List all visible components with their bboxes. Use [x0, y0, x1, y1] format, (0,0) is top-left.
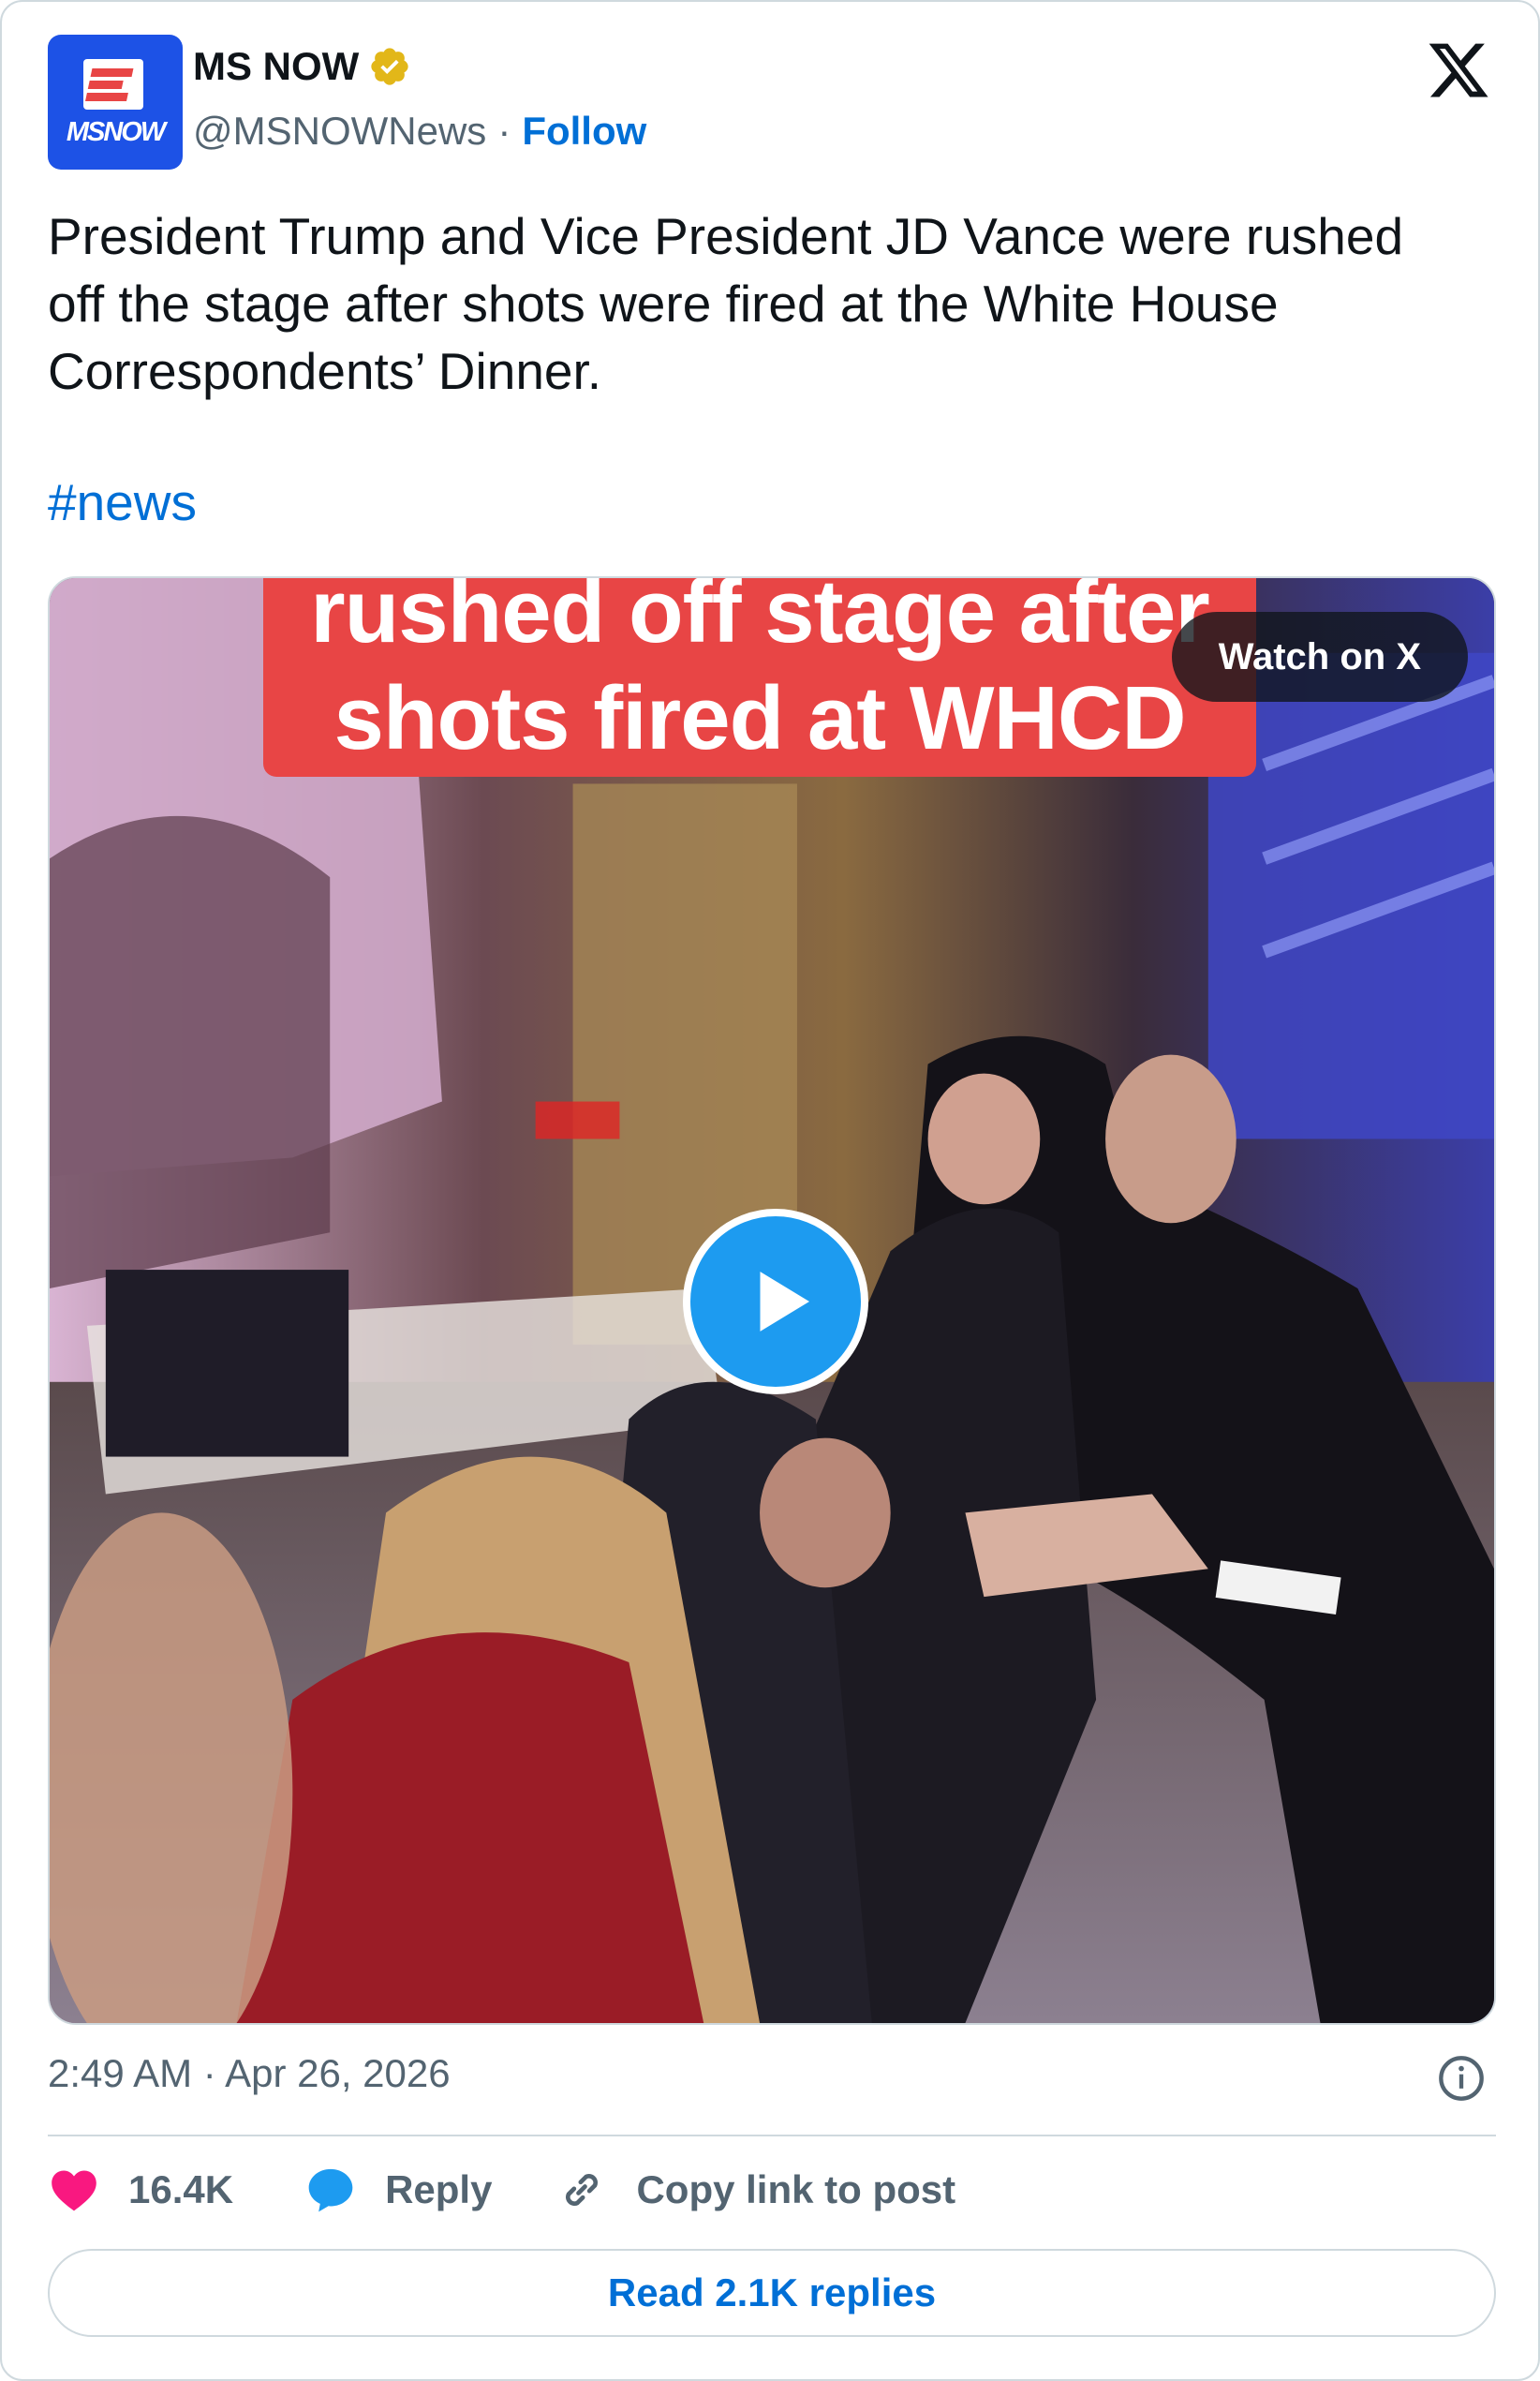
- author-name-row: MS NOW: [193, 44, 411, 89]
- divider: [48, 2135, 1496, 2136]
- post-text: President Trump and Vice President JD Va…: [48, 207, 1404, 400]
- follow-button[interactable]: Follow: [522, 109, 646, 154]
- play-icon: [760, 1272, 809, 1332]
- hashtag-link[interactable]: #news: [48, 472, 197, 532]
- action-bar: 16.4K Reply Copy link to post: [48, 2162, 955, 2218]
- author-handle-row: @MSNOWNews · Follow: [193, 109, 646, 154]
- link-icon: [566, 2174, 599, 2206]
- post-timestamp[interactable]: 2:49 AM · Apr 26, 2026: [48, 2051, 451, 2096]
- author-handle[interactable]: @MSNOWNews: [193, 109, 486, 154]
- msnow-logo-icon: [83, 59, 143, 110]
- reply-bubble-icon: [308, 2168, 353, 2212]
- video-player[interactable]: rushed off stage after shots fired at WH…: [48, 576, 1496, 2025]
- reply-label: Reply: [385, 2167, 493, 2211]
- like-count: 16.4K: [128, 2167, 234, 2211]
- x-logo-icon[interactable]: [1426, 37, 1491, 103]
- info-icon[interactable]: [1437, 2054, 1486, 2103]
- caption-line-2: shots fired at WHCD: [333, 668, 1186, 768]
- embedded-post-card: MSNOW MS NOW @MSNOWNews · Follow Preside…: [0, 0, 1540, 2381]
- author-avatar[interactable]: MSNOW: [48, 35, 183, 170]
- read-replies-button[interactable]: Read 2.1K replies: [48, 2249, 1496, 2337]
- copy-link-button[interactable]: Copy link to post: [555, 2164, 955, 2216]
- verified-badge-icon: [371, 48, 408, 85]
- caption-line-1: rushed off stage after: [310, 576, 1210, 662]
- avatar-brand-text: MSNOW: [66, 117, 166, 147]
- reply-button[interactable]: Reply: [304, 2164, 492, 2216]
- like-button[interactable]: 16.4K: [48, 2164, 233, 2216]
- copy-link-label: Copy link to post: [636, 2167, 956, 2211]
- heart-icon: [52, 2170, 96, 2211]
- separator-dot: ·: [497, 109, 511, 153]
- author-display-name[interactable]: MS NOW: [193, 44, 359, 89]
- play-button[interactable]: [683, 1209, 868, 1394]
- watch-on-x-button[interactable]: Watch on X: [1171, 612, 1468, 702]
